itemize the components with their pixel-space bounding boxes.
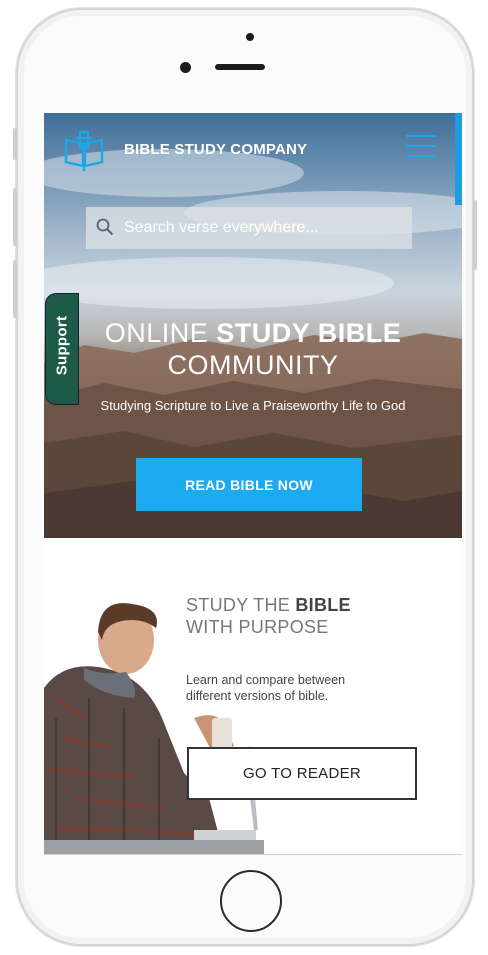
proximity-sensor — [246, 33, 254, 41]
hero-subtitle: Studying Scripture to Live a Praiseworth… — [100, 398, 406, 413]
support-tab[interactable]: Support — [46, 294, 78, 404]
headline-light-text: ONLINE — [104, 318, 217, 348]
volume-up-button — [13, 188, 17, 246]
phone-screen: BIBLE STUDY COMPANY ONLINE STUDY BIBLE C… — [44, 113, 462, 855]
scrollbar[interactable] — [455, 113, 462, 205]
earpiece-speaker — [215, 64, 265, 70]
go-to-reader-button[interactable]: GO TO READER — [187, 747, 417, 800]
headline-bold-text: STUDY BIBLE — [216, 318, 402, 348]
screen-bottom-edge — [44, 854, 462, 855]
hamburger-menu-icon[interactable] — [406, 135, 436, 161]
read-bible-now-button[interactable]: READ BIBLE NOW — [136, 458, 362, 511]
section-title-light: STUDY THE — [186, 595, 296, 615]
search-icon — [96, 218, 114, 236]
support-tab-label: Support — [53, 315, 71, 376]
section-title-bold: BIBLE — [295, 595, 351, 615]
home-button[interactable] — [220, 870, 282, 932]
front-camera — [180, 62, 191, 73]
power-button — [473, 200, 477, 270]
open-bible-icon[interactable] — [62, 128, 106, 172]
brand-name[interactable]: BIBLE STUDY COMPANY — [124, 141, 307, 158]
section-title-second-line: WITH PURPOSE — [186, 617, 329, 637]
search-input[interactable] — [122, 207, 406, 249]
search-box[interactable] — [86, 207, 412, 249]
section-description: Learn and compare between different vers… — [186, 673, 346, 703]
volume-down-button — [13, 260, 17, 318]
section-title: STUDY THE BIBLE WITH PURPOSE — [186, 594, 351, 638]
mute-switch — [13, 128, 17, 160]
headline-second-line: COMMUNITY — [167, 350, 339, 380]
hero-banner: BIBLE STUDY COMPANY ONLINE STUDY BIBLE C… — [44, 113, 462, 538]
study-purpose-section: STUDY THE BIBLE WITH PURPOSE Learn and c… — [44, 538, 462, 855]
hero-headline: ONLINE STUDY BIBLE COMMUNITY — [44, 317, 462, 381]
